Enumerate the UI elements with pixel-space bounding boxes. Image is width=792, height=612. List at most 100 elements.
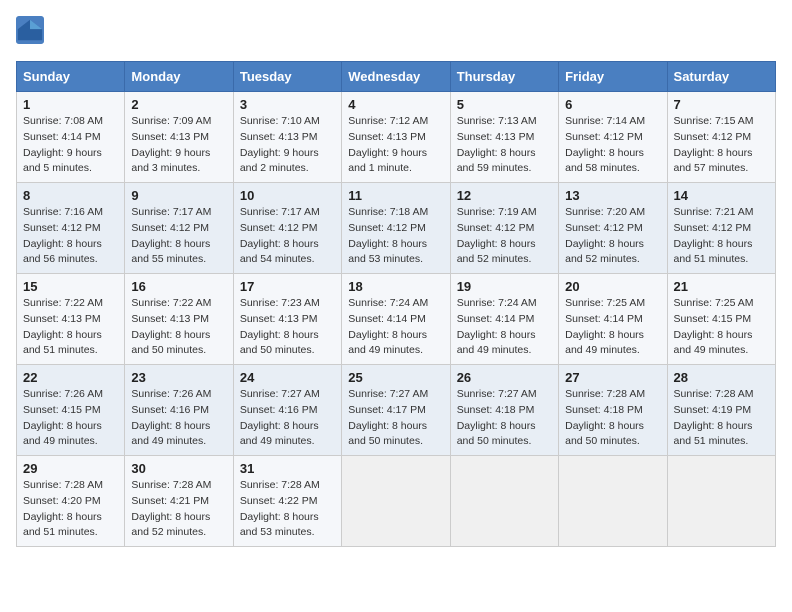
- header-day-wednesday: Wednesday: [342, 62, 450, 92]
- calendar-cell: 11 Sunrise: 7:18 AMSunset: 4:12 PMDayligh…: [342, 183, 450, 274]
- day-info: Sunrise: 7:21 AMSunset: 4:12 PMDaylight:…: [674, 205, 769, 268]
- day-info: Sunrise: 7:15 AMSunset: 4:12 PMDaylight:…: [674, 114, 769, 177]
- day-number: 15: [23, 279, 118, 294]
- calendar-cell: 15 Sunrise: 7:22 AMSunset: 4:13 PMDayligh…: [17, 274, 125, 365]
- header-day-monday: Monday: [125, 62, 233, 92]
- day-number: 18: [348, 279, 443, 294]
- day-info: Sunrise: 7:27 AMSunset: 4:16 PMDaylight:…: [240, 387, 335, 450]
- day-info: Sunrise: 7:12 AMSunset: 4:13 PMDaylight:…: [348, 114, 443, 177]
- day-number: 22: [23, 370, 118, 385]
- day-number: 27: [565, 370, 660, 385]
- day-info: Sunrise: 7:28 AMSunset: 4:22 PMDaylight:…: [240, 478, 335, 541]
- day-info: Sunrise: 7:26 AMSunset: 4:16 PMDaylight:…: [131, 387, 226, 450]
- calendar-cell: 17Sunrise: 7:23 AMSunset: 4:13 PMDayligh…: [233, 274, 341, 365]
- day-number: 5: [457, 97, 552, 112]
- day-number: 29: [23, 461, 118, 476]
- day-info: Sunrise: 7:22 AMSunset: 4:13 PMDaylight:…: [23, 296, 118, 359]
- day-info: Sunrise: 7:10 AMSunset: 4:13 PMDaylight:…: [240, 114, 335, 177]
- header-day-saturday: Saturday: [667, 62, 775, 92]
- calendar-week-4: 22 Sunrise: 7:26 AMSunset: 4:15 PMDayligh…: [17, 365, 776, 456]
- calendar-cell: 20 Sunrise: 7:25 AMSunset: 4:14 PMDayligh…: [559, 274, 667, 365]
- logo: [16, 16, 48, 49]
- day-info: Sunrise: 7:24 AMSunset: 4:14 PMDaylight:…: [457, 296, 552, 359]
- calendar-table: SundayMondayTuesdayWednesdayThursdayFrid…: [16, 61, 776, 547]
- calendar-week-2: 8Sunrise: 7:16 AMSunset: 4:12 PMDaylight…: [17, 183, 776, 274]
- day-number: 6: [565, 97, 660, 112]
- day-info: Sunrise: 7:16 AMSunset: 4:12 PMDaylight:…: [23, 205, 118, 268]
- day-info: Sunrise: 7:09 AMSunset: 4:13 PMDaylight:…: [131, 114, 226, 177]
- calendar-week-5: 29 Sunrise: 7:28 AMSunset: 4:20 PMDayligh…: [17, 456, 776, 547]
- calendar-cell: 4Sunrise: 7:12 AMSunset: 4:13 PMDaylight…: [342, 92, 450, 183]
- calendar-cell: 25Sunrise: 7:27 AMSunset: 4:17 PMDayligh…: [342, 365, 450, 456]
- calendar-cell: 27 Sunrise: 7:28 AMSunset: 4:18 PMDayligh…: [559, 365, 667, 456]
- calendar-cell: 14 Sunrise: 7:21 AMSunset: 4:12 PMDayligh…: [667, 183, 775, 274]
- day-number: 1: [23, 97, 118, 112]
- calendar-cell: 19 Sunrise: 7:24 AMSunset: 4:14 PMDayligh…: [450, 274, 558, 365]
- day-info: Sunrise: 7:19 AMSunset: 4:12 PMDaylight:…: [457, 205, 552, 268]
- calendar-cell: 5 Sunrise: 7:13 AMSunset: 4:13 PMDaylight…: [450, 92, 558, 183]
- calendar-cell: 28 Sunrise: 7:28 AMSunset: 4:19 PMDayligh…: [667, 365, 775, 456]
- day-info: Sunrise: 7:28 AMSunset: 4:19 PMDaylight:…: [674, 387, 769, 450]
- day-info: Sunrise: 7:28 AMSunset: 4:18 PMDaylight:…: [565, 387, 660, 450]
- day-info: Sunrise: 7:20 AMSunset: 4:12 PMDaylight:…: [565, 205, 660, 268]
- calendar-cell: 9 Sunrise: 7:17 AMSunset: 4:12 PMDaylight…: [125, 183, 233, 274]
- calendar-cell: 18 Sunrise: 7:24 AMSunset: 4:14 PMDayligh…: [342, 274, 450, 365]
- calendar-cell: [450, 456, 558, 547]
- day-info: Sunrise: 7:28 AMSunset: 4:21 PMDaylight:…: [131, 478, 226, 541]
- day-number: 14: [674, 188, 769, 203]
- header-day-sunday: Sunday: [17, 62, 125, 92]
- calendar-cell: 21Sunrise: 7:25 AMSunset: 4:15 PMDayligh…: [667, 274, 775, 365]
- page-header: [16, 16, 776, 49]
- calendar-body: 1 Sunrise: 7:08 AMSunset: 4:14 PMDaylight…: [17, 92, 776, 547]
- calendar-cell: 31 Sunrise: 7:28 AMSunset: 4:22 PMDayligh…: [233, 456, 341, 547]
- calendar-cell: 2 Sunrise: 7:09 AMSunset: 4:13 PMDaylight…: [125, 92, 233, 183]
- day-info: Sunrise: 7:14 AMSunset: 4:12 PMDaylight:…: [565, 114, 660, 177]
- day-info: Sunrise: 7:17 AMSunset: 4:12 PMDaylight:…: [240, 205, 335, 268]
- header-day-thursday: Thursday: [450, 62, 558, 92]
- day-info: Sunrise: 7:24 AMSunset: 4:14 PMDaylight:…: [348, 296, 443, 359]
- calendar-cell: 24 Sunrise: 7:27 AMSunset: 4:16 PMDayligh…: [233, 365, 341, 456]
- day-info: Sunrise: 7:26 AMSunset: 4:15 PMDaylight:…: [23, 387, 118, 450]
- calendar-cell: 6 Sunrise: 7:14 AMSunset: 4:12 PMDaylight…: [559, 92, 667, 183]
- day-number: 28: [674, 370, 769, 385]
- day-info: Sunrise: 7:13 AMSunset: 4:13 PMDaylight:…: [457, 114, 552, 177]
- day-number: 24: [240, 370, 335, 385]
- day-number: 30: [131, 461, 226, 476]
- day-info: Sunrise: 7:27 AMSunset: 4:18 PMDaylight:…: [457, 387, 552, 450]
- day-number: 23: [131, 370, 226, 385]
- calendar-cell: 22 Sunrise: 7:26 AMSunset: 4:15 PMDayligh…: [17, 365, 125, 456]
- calendar-cell: 3 Sunrise: 7:10 AMSunset: 4:13 PMDaylight…: [233, 92, 341, 183]
- day-number: 11: [348, 188, 443, 203]
- day-info: Sunrise: 7:18 AMSunset: 4:12 PMDaylight:…: [348, 205, 443, 268]
- day-number: 20: [565, 279, 660, 294]
- day-info: Sunrise: 7:23 AMSunset: 4:13 PMDaylight:…: [240, 296, 335, 359]
- day-number: 10: [240, 188, 335, 203]
- day-number: 21: [674, 279, 769, 294]
- calendar-cell: [559, 456, 667, 547]
- calendar-cell: 23 Sunrise: 7:26 AMSunset: 4:16 PMDayligh…: [125, 365, 233, 456]
- day-info: Sunrise: 7:17 AMSunset: 4:12 PMDaylight:…: [131, 205, 226, 268]
- day-number: 13: [565, 188, 660, 203]
- day-number: 2: [131, 97, 226, 112]
- day-number: 31: [240, 461, 335, 476]
- day-number: 26: [457, 370, 552, 385]
- day-number: 19: [457, 279, 552, 294]
- day-info: Sunrise: 7:08 AMSunset: 4:14 PMDaylight:…: [23, 114, 118, 177]
- header-day-tuesday: Tuesday: [233, 62, 341, 92]
- calendar-cell: 30 Sunrise: 7:28 AMSunset: 4:21 PMDayligh…: [125, 456, 233, 547]
- day-number: 7: [674, 97, 769, 112]
- logo-icon: [16, 16, 44, 49]
- calendar-cell: 16Sunrise: 7:22 AMSunset: 4:13 PMDayligh…: [125, 274, 233, 365]
- calendar-cell: [342, 456, 450, 547]
- day-info: Sunrise: 7:28 AMSunset: 4:20 PMDaylight:…: [23, 478, 118, 541]
- calendar-cell: 12 Sunrise: 7:19 AMSunset: 4:12 PMDayligh…: [450, 183, 558, 274]
- calendar-week-3: 15 Sunrise: 7:22 AMSunset: 4:13 PMDayligh…: [17, 274, 776, 365]
- calendar-cell: 8Sunrise: 7:16 AMSunset: 4:12 PMDaylight…: [17, 183, 125, 274]
- day-number: 16: [131, 279, 226, 294]
- day-info: Sunrise: 7:25 AMSunset: 4:14 PMDaylight:…: [565, 296, 660, 359]
- calendar-cell: 13 Sunrise: 7:20 AMSunset: 4:12 PMDayligh…: [559, 183, 667, 274]
- day-number: 3: [240, 97, 335, 112]
- calendar-cell: 7 Sunrise: 7:15 AMSunset: 4:12 PMDaylight…: [667, 92, 775, 183]
- day-number: 9: [131, 188, 226, 203]
- day-number: 12: [457, 188, 552, 203]
